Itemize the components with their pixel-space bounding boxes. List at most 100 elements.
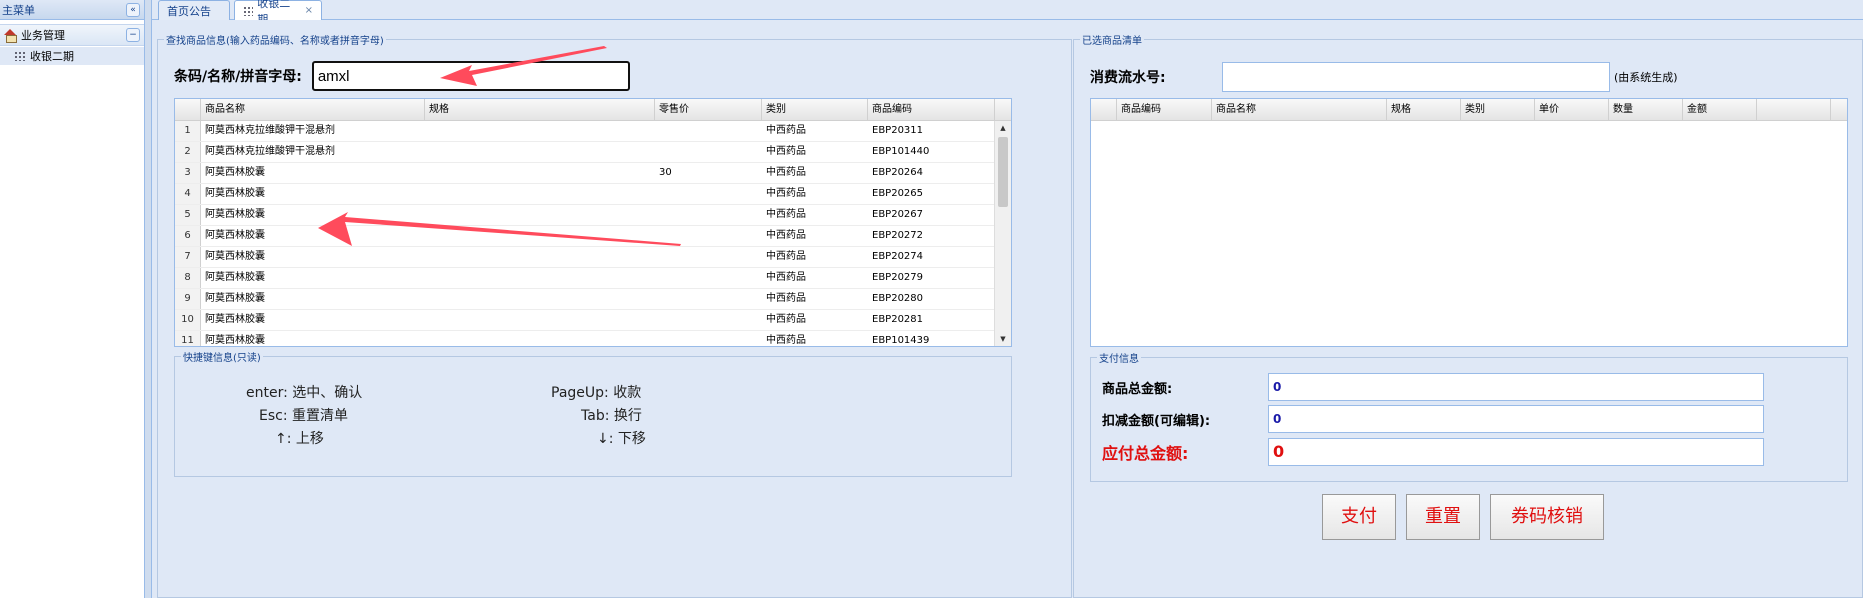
table-row[interactable]: 10 阿莫西林胶囊 中西药品 EBP20281 [175,310,1011,331]
table-cell: 中西药品 [766,146,806,157]
col-header[interactable]: 规格 [1387,99,1461,120]
table-cell [655,247,762,267]
table-row[interactable]: 6 阿莫西林胶囊 中西药品 EBP20272 [175,226,1011,247]
grid-scrollbar[interactable]: ▲ ▼ [994,121,1011,346]
coupon-button[interactable]: 券码核销 [1490,494,1604,540]
collapse-menu-button[interactable]: « [126,2,140,17]
search-legend: 查找商品信息(输入药品编码、名称或者拼音字母) [166,36,384,47]
group-collapse-button[interactable]: − [126,28,140,42]
scroll-thumb[interactable] [998,137,1008,207]
table-cell [425,247,655,267]
col-header[interactable]: 数量 [1609,99,1683,120]
col-header[interactable]: 商品名称 [201,99,425,120]
tab-home-notice[interactable]: 首页公告 [158,0,230,20]
payment-legend: 支付信息 [1099,354,1139,365]
total-amount-field[interactable]: 0 [1268,373,1764,401]
col-header[interactable]: 商品名称 [1212,99,1387,120]
serial-input[interactable] [1222,62,1610,92]
table-row[interactable]: 8 阿莫西林胶囊 中西药品 EBP20279 [175,268,1011,289]
table-row[interactable]: 2 阿莫西林克拉维酸钾干混悬剂 中西药品 EBP101440 [175,142,1011,163]
table-cell: EBP101440 [872,146,930,157]
left-menu-title: 主菜单 [2,3,35,17]
reset-button[interactable]: 重置 [1406,494,1480,540]
table-cell: 中西药品 [766,230,806,241]
shortcut-legend: 快捷键信息(只读) [183,353,261,364]
grid-icon [14,51,26,61]
row-number: 10 [175,310,201,330]
row-number: 2 [175,142,201,162]
selected-legend: 已选商品清单 [1082,36,1142,47]
pay-button[interactable]: 支付 [1322,494,1396,540]
table-cell: EBP20264 [872,167,924,178]
close-icon[interactable]: × [305,5,313,16]
tab-cashier[interactable]: 收银二期 × [234,0,322,26]
table-cell [425,268,655,288]
table-cell [425,289,655,309]
table-cell: 中西药品 [766,335,806,346]
col-header[interactable]: 商品编码 [868,99,995,120]
scroll-up-icon[interactable]: ▲ [995,121,1011,135]
row-number: 3 [175,163,201,183]
shortcut-up: ↑: 上移 [275,431,324,447]
table-cell [655,289,762,309]
table-cell: 中西药品 [766,251,806,262]
shortcut-tab: Tab: 换行 [581,408,642,424]
table-cell [655,226,762,246]
table-cell [425,184,655,204]
row-number: 11 [175,331,201,346]
splitter[interactable] [145,0,152,598]
serial-label: 消费流水号: [1090,70,1166,86]
serial-hint: (由系统生成) [1614,71,1678,84]
search-input[interactable] [311,61,630,91]
row-number: 1 [175,121,201,141]
table-cell: 阿莫西林胶囊 [205,314,265,325]
col-header[interactable]: 类别 [1461,99,1535,120]
col-header[interactable]: 单价 [1535,99,1609,120]
grid-header: 商品名称 规格 零售价 类别 商品编码 [175,99,1011,121]
selected-grid-header: 商品编码 商品名称 规格 类别 单价 数量 金额 [1091,99,1847,121]
table-row[interactable]: 11 阿莫西林胶囊 中西药品 EBP101439 [175,331,1011,346]
table-cell: EBP20272 [872,230,924,241]
home-icon [4,29,17,43]
row-number: 4 [175,184,201,204]
table-cell: 阿莫西林胶囊 [205,272,265,283]
table-cell [425,226,655,246]
table-cell: 30 [659,167,672,178]
table-cell [425,163,655,183]
menu-item-label: 收银二期 [30,50,74,63]
table-row[interactable]: 7 阿莫西林胶囊 中西药品 EBP20274 [175,247,1011,268]
discount-field[interactable]: 0 [1268,405,1764,433]
table-cell [655,142,762,162]
table-cell: 阿莫西林胶囊 [205,335,265,346]
table-cell [425,142,655,162]
table-cell: 阿莫西林胶囊 [205,167,265,178]
menu-item-cashier[interactable]: 收银二期 [0,47,144,65]
table-cell: 中西药品 [766,188,806,199]
tab-label: 首页公告 [167,4,211,18]
table-cell: EBP20265 [872,188,924,199]
shortcut-enter: enter: 选中、确认 [246,385,363,401]
shortcut-down: ↓: 下移 [597,431,646,447]
payable-field[interactable]: 0 [1268,438,1764,466]
row-number: 5 [175,205,201,225]
scroll-down-icon[interactable]: ▼ [995,332,1011,346]
table-row[interactable]: 9 阿莫西林胶囊 中西药品 EBP20280 [175,289,1011,310]
table-row[interactable]: 3 阿莫西林胶囊 30 中西药品 EBP20264 [175,163,1011,184]
col-header[interactable]: 商品编码 [1117,99,1212,120]
col-header[interactable]: 零售价 [655,99,762,120]
table-cell [655,310,762,330]
table-cell: EBP20279 [872,272,924,283]
grid-icon [243,5,254,16]
table-row[interactable]: 4 阿莫西林胶囊 中西药品 EBP20265 [175,184,1011,205]
shortcut-pageup: PageUp: 收款 [551,385,642,401]
table-row[interactable]: 1 阿莫西林克拉维酸钾干混悬剂 中西药品 EBP20311 [175,121,1011,142]
table-cell: 中西药品 [766,125,806,136]
table-row[interactable]: 5 阿莫西林胶囊 中西药品 EBP20267 [175,205,1011,226]
menu-group-business[interactable]: 业务管理 − [0,24,144,46]
table-cell: 中西药品 [766,167,806,178]
table-cell: 中西药品 [766,314,806,325]
col-header[interactable]: 类别 [762,99,868,120]
col-header[interactable]: 规格 [425,99,655,120]
row-number: 6 [175,226,201,246]
col-header[interactable]: 金额 [1683,99,1757,120]
